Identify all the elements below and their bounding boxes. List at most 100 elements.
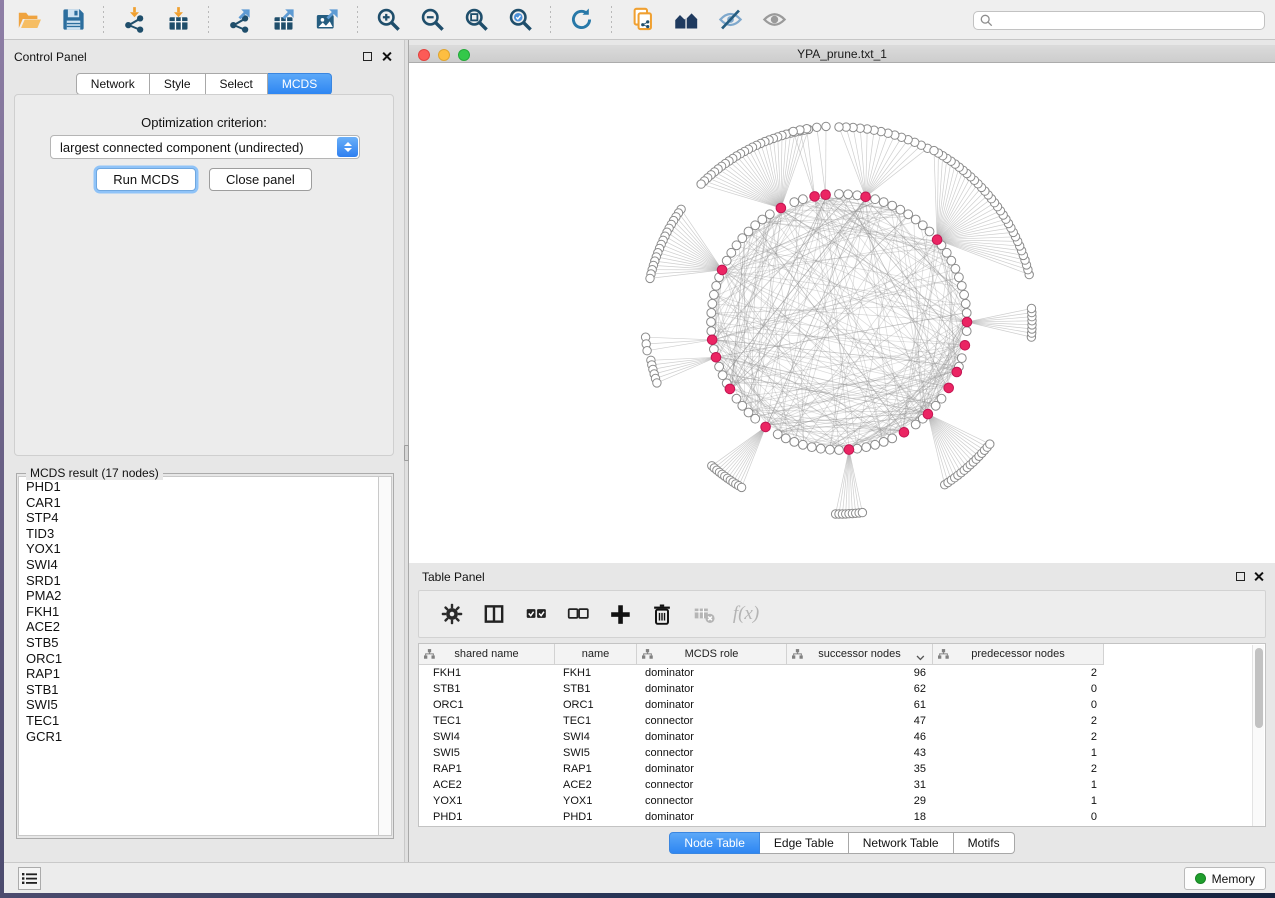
export-image-button[interactable] <box>310 5 344 35</box>
zoom-in-icon <box>375 6 402 33</box>
table-row[interactable]: ACE2ACE2connector311 <box>419 777 1104 793</box>
mcds-result-item[interactable]: ACE2 <box>26 619 378 635</box>
table-cell: SWI5 <box>419 745 555 761</box>
settings-gear-button[interactable] <box>439 601 465 627</box>
select-all-button[interactable] <box>523 601 549 627</box>
mcds-result-item[interactable]: FKH1 <box>26 604 378 620</box>
table-row[interactable]: SWI4SWI4dominator462 <box>419 729 1104 745</box>
table-cell: 1 <box>933 745 1104 761</box>
close-panel-icon[interactable] <box>381 51 392 62</box>
mcds-result-item[interactable]: PHD1 <box>26 479 378 495</box>
zoom-selected-button[interactable] <box>503 5 537 35</box>
optimization-criterion-dropdown[interactable]: largest connected component (undirected) <box>50 135 360 159</box>
mcds-result-item[interactable]: TID3 <box>26 526 378 542</box>
network-view[interactable] <box>409 63 1275 563</box>
table-row[interactable]: ORC1ORC1dominator610 <box>419 697 1104 713</box>
tab-network-table[interactable]: Network Table <box>849 832 954 854</box>
table-row[interactable]: RAP1RAP1dominator352 <box>419 761 1104 777</box>
tab-edge-table[interactable]: Edge Table <box>760 832 849 854</box>
memory-label: Memory <box>1212 872 1255 886</box>
zoom-in-button[interactable] <box>371 5 405 35</box>
show-all-button[interactable] <box>757 5 791 35</box>
table-cell: connector <box>637 745 787 761</box>
column-header-shared-name[interactable]: shared name <box>419 644 555 665</box>
tab-node-table[interactable]: Node Table <box>669 832 760 854</box>
open-file-button[interactable] <box>12 5 46 35</box>
toggle-columns-button[interactable] <box>481 601 507 627</box>
zoom-out-button[interactable] <box>415 5 449 35</box>
table-rows: FKH1FKH1dominator962STB1STB1dominator620… <box>419 665 1104 825</box>
tab-network[interactable]: Network <box>76 73 150 95</box>
import-table-icon <box>165 6 192 33</box>
run-mcds-button[interactable]: Run MCDS <box>96 168 196 191</box>
add-column-button[interactable] <box>607 601 633 627</box>
mcds-result-item[interactable]: SWI4 <box>26 557 378 573</box>
column-header-successor-nodes[interactable]: successor nodes <box>787 644 933 665</box>
toggle-columns-icon <box>482 602 506 626</box>
first-neighbors-button[interactable] <box>669 5 703 35</box>
network-window: YPA_prune.txt_1 <box>409 45 1275 563</box>
tab-style[interactable]: Style <box>150 73 206 95</box>
mcds-result-item[interactable]: ORC1 <box>26 651 378 667</box>
memory-button[interactable]: Memory <box>1184 867 1266 890</box>
mcds-list-scrollbar[interactable] <box>378 476 392 836</box>
delete-column-button[interactable] <box>649 601 675 627</box>
search-input[interactable] <box>993 13 1258 28</box>
mcds-result-item[interactable]: SRD1 <box>26 573 378 589</box>
export-network-icon <box>226 6 253 33</box>
mcds-result-item[interactable]: GCR1 <box>26 729 378 745</box>
tab-select[interactable]: Select <box>206 73 268 95</box>
duplicate-network-button[interactable] <box>625 5 659 35</box>
column-header-predecessor-nodes[interactable]: predecessor nodes <box>933 644 1104 665</box>
save-session-button[interactable] <box>56 5 90 35</box>
table-row[interactable]: PHD1PHD1dominator180 <box>419 809 1104 825</box>
control-panel-title: Control Panel <box>14 50 87 64</box>
export-table-button[interactable] <box>266 5 300 35</box>
export-network-button[interactable] <box>222 5 256 35</box>
deselect-all-button[interactable] <box>565 601 591 627</box>
memory-status-icon <box>1195 873 1206 884</box>
column-header-MCDS-role[interactable]: MCDS role <box>637 644 787 665</box>
float-table-panel-icon[interactable] <box>1236 572 1245 581</box>
refresh-button[interactable] <box>564 5 598 35</box>
table-cell: RAP1 <box>555 761 637 777</box>
mcds-result-item[interactable]: YOX1 <box>26 541 378 557</box>
import-network-button[interactable] <box>117 5 151 35</box>
table-cell: STB1 <box>419 681 555 697</box>
table-scrollbar-thumb[interactable] <box>1255 648 1263 728</box>
table-scrollbar[interactable] <box>1252 645 1264 827</box>
close-table-panel-icon[interactable] <box>1253 571 1264 582</box>
hide-selected-button[interactable] <box>713 5 747 35</box>
import-table-button[interactable] <box>161 5 195 35</box>
show-all-icon <box>761 6 788 33</box>
tab-mcds[interactable]: MCDS <box>268 73 332 95</box>
tab-motifs[interactable]: Motifs <box>954 832 1015 854</box>
mcds-result-item[interactable]: STP4 <box>26 510 378 526</box>
mcds-result-item[interactable]: STB5 <box>26 635 378 651</box>
search-box[interactable] <box>973 11 1265 30</box>
mcds-result-item[interactable]: TEC1 <box>26 713 378 729</box>
mcds-result-item[interactable]: SWI5 <box>26 697 378 713</box>
select-all-icon <box>524 602 548 626</box>
search-icon <box>980 14 993 27</box>
close-panel-button[interactable]: Close panel <box>209 168 312 191</box>
float-panel-icon[interactable] <box>363 52 372 61</box>
mcds-result-item[interactable]: STB1 <box>26 682 378 698</box>
table-row[interactable]: STB1STB1dominator620 <box>419 681 1104 697</box>
mcds-result-item[interactable]: CAR1 <box>26 495 378 511</box>
table-cell: 2 <box>933 729 1104 745</box>
toolbar-separator <box>208 6 209 34</box>
mcds-result-item[interactable]: RAP1 <box>26 666 378 682</box>
refresh-icon <box>568 6 595 33</box>
task-history-button[interactable] <box>18 867 41 890</box>
mcds-result-item[interactable]: PMA2 <box>26 588 378 604</box>
zoom-out-icon <box>419 6 446 33</box>
table-row[interactable]: FKH1FKH1dominator962 <box>419 665 1104 681</box>
column-header-name[interactable]: name <box>555 644 637 665</box>
table-row[interactable]: SWI5SWI5connector431 <box>419 745 1104 761</box>
toolbar-separator <box>550 6 551 34</box>
shared-column-icon <box>938 649 949 662</box>
zoom-fit-button[interactable] <box>459 5 493 35</box>
table-row[interactable]: YOX1YOX1connector291 <box>419 793 1104 809</box>
table-row[interactable]: TEC1TEC1connector472 <box>419 713 1104 729</box>
